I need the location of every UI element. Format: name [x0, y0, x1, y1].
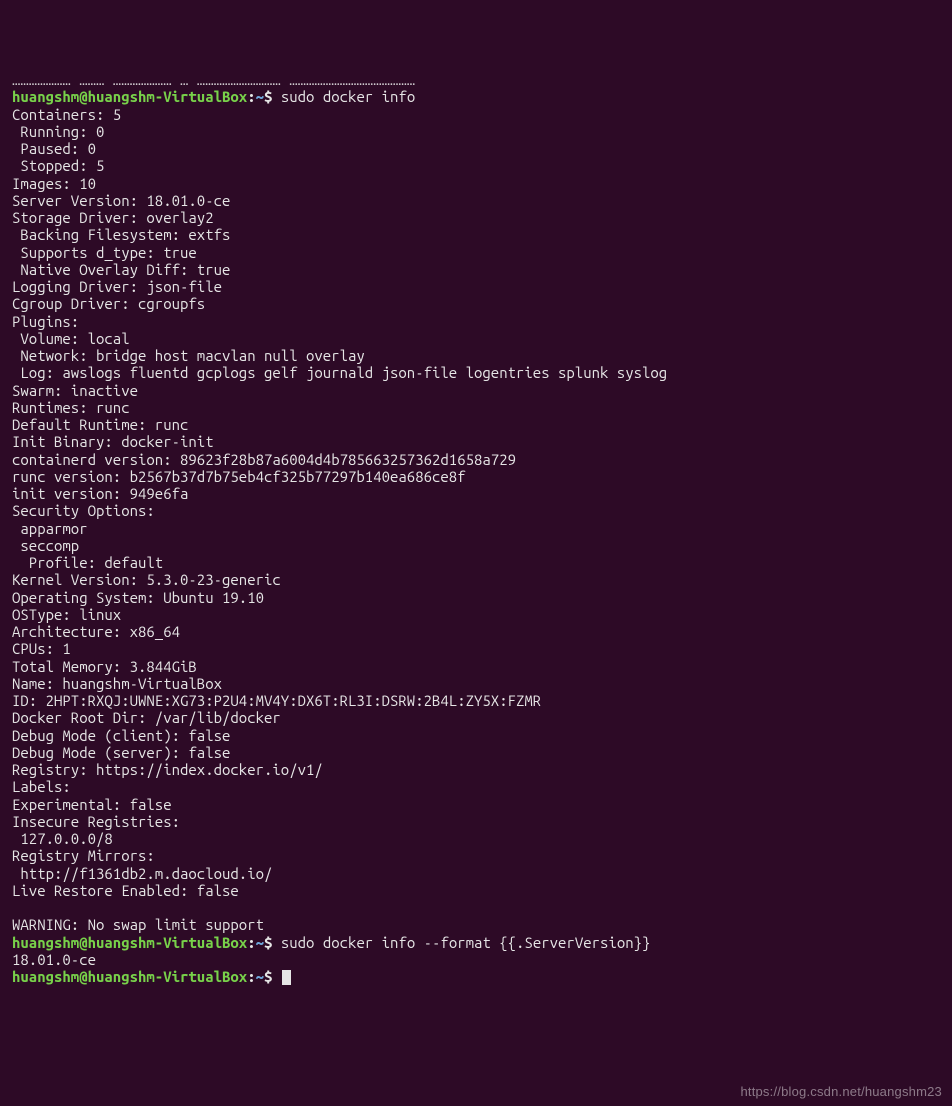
prompt-dollar: $ [264, 88, 272, 105]
watermark-text: https://blog.csdn.net/huangshm23 [740, 1085, 942, 1100]
prompt-at: @ [79, 968, 87, 985]
prompt-user: huangshm [12, 968, 79, 985]
command-2: sudo docker info --format {{.ServerVersi… [281, 934, 651, 951]
prompt-user: huangshm [12, 934, 79, 951]
prompt-host: huangshm-VirtualBox [88, 968, 248, 985]
prompt-at: @ [79, 88, 87, 105]
prompt-at: @ [79, 934, 87, 951]
prompt-path: ~ [256, 934, 264, 951]
terminal-cursor[interactable] [282, 970, 291, 985]
prompt-dollar: $ [264, 968, 272, 985]
prompt-host: huangshm-VirtualBox [88, 934, 248, 951]
terminal-window[interactable]: ………………… ……… ………………… … ………………………… …………………… [12, 71, 952, 985]
prompt-colon: : [247, 968, 255, 985]
docker-info-output: Containers: 5 Running: 0 Paused: 0 Stopp… [12, 106, 667, 934]
command-2-output: 18.01.0-ce [12, 951, 96, 968]
prompt-host: huangshm-VirtualBox [88, 88, 248, 105]
prompt-path: ~ [256, 968, 264, 985]
prompt-dollar: $ [264, 934, 272, 951]
prompt-colon: : [247, 934, 255, 951]
prompt-user: huangshm [12, 88, 79, 105]
prompt-colon: : [247, 88, 255, 105]
prompt-path: ~ [256, 88, 264, 105]
truncated-previous-output: ………………… ……… ………………… … ………………………… …………………… [12, 71, 415, 88]
command-1: sudo docker info [281, 88, 415, 105]
